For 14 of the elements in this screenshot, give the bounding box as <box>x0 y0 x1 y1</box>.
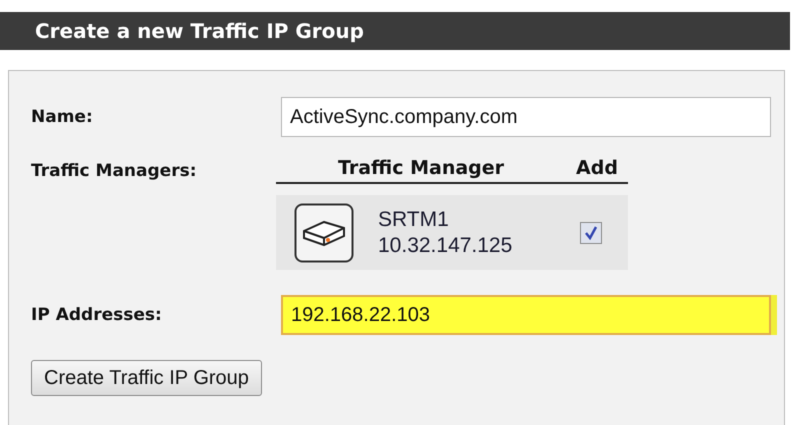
field-label: Name: <box>31 107 94 127</box>
create-button[interactable]: Create Traffic IP Group <box>31 360 262 396</box>
field-label: Traffic Managers: <box>31 161 198 181</box>
field-label: IP Addresses: <box>31 305 163 325</box>
column-header: Add <box>575 157 619 179</box>
column-header: Traffic Manager <box>336 157 506 179</box>
server-icon <box>294 202 354 262</box>
page-title: Create a new Traffic IP Group <box>0 12 790 50</box>
checkmark-icon <box>584 226 598 240</box>
add-checkbox[interactable] <box>580 222 602 244</box>
manager-address: 10.32.147.125 <box>378 232 514 258</box>
ip-addresses-field[interactable]: 192.168.22.103 <box>281 295 771 335</box>
name-field[interactable]: ActiveSync.company.com <box>281 97 771 137</box>
manager-name: SRTM1 <box>378 206 450 232</box>
